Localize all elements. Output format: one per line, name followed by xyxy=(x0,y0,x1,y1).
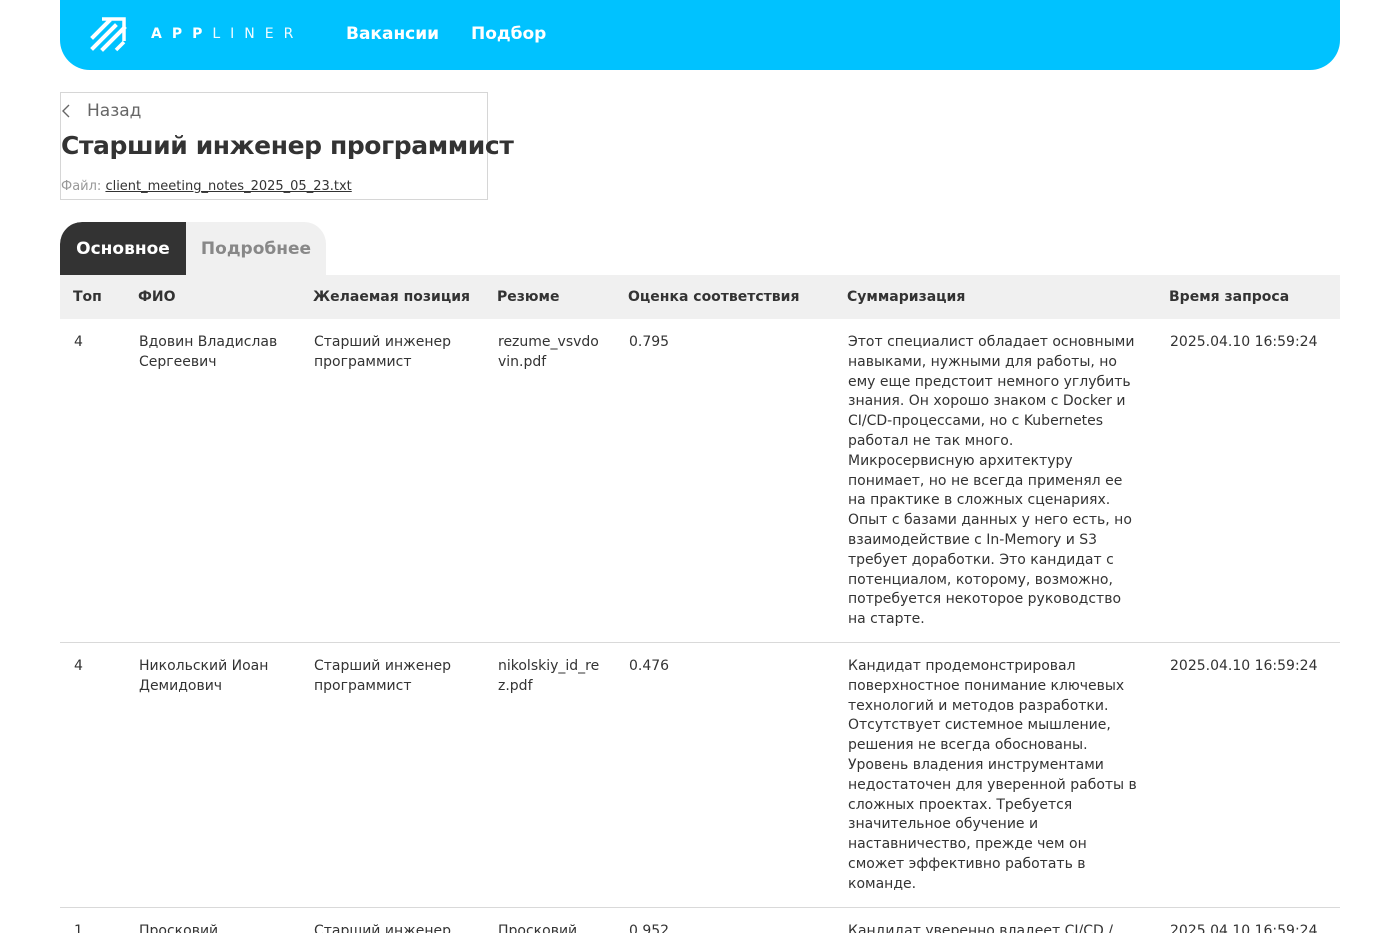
column-header-resume[interactable]: Резюме xyxy=(484,275,615,319)
column-header-top[interactable]: Топ xyxy=(60,275,125,319)
cell-score: 0.476 xyxy=(615,642,834,908)
column-header-score[interactable]: Оценка соответствия xyxy=(615,275,834,319)
nav-selection[interactable]: Подбор xyxy=(471,24,546,44)
page: APPLINER Вакансии Подбор Назад Старший и… xyxy=(0,0,1400,933)
cell-resume[interactable]: nikolskiy_id_rez.pdf xyxy=(484,642,615,908)
tab-main[interactable]: Основное xyxy=(60,222,186,275)
cell-score: 0.795 xyxy=(615,319,834,643)
cell-top: 4 xyxy=(60,642,125,908)
brand-name-light: LINER xyxy=(212,26,304,42)
cell-position: Старший инженер программист xyxy=(300,642,484,908)
back-label: Назад xyxy=(87,101,142,121)
cell-name: Вдовин Владислав Сергеевич xyxy=(125,319,300,643)
vacancy-header: Назад Старший инженер программист Файл: … xyxy=(60,92,514,200)
cell-time: 2025.04.10 16:59:24 xyxy=(1156,907,1340,933)
cell-resume[interactable]: Просковий xyxy=(484,907,615,933)
cell-name: Просковий xyxy=(125,907,300,933)
table-header-row: Топ ФИО Желаемая позиция Резюме Оценка с… xyxy=(60,275,1340,319)
file-row: Файл: client_meeting_notes_2025_05_23.tx… xyxy=(61,179,352,194)
cell-time: 2025.04.10 16:59:24 xyxy=(1156,642,1340,908)
tab-details[interactable]: Подробнее xyxy=(186,222,326,275)
table-row[interactable]: 4 Никольский Иоан Демидович Старший инже… xyxy=(60,642,1340,908)
nav-vacancies[interactable]: Вакансии xyxy=(346,24,439,44)
back-button[interactable]: Назад xyxy=(61,101,141,121)
column-header-summary[interactable]: Суммаризация xyxy=(834,275,1156,319)
top-navbar: APPLINER Вакансии Подбор xyxy=(60,0,1340,70)
column-header-time[interactable]: Время запроса xyxy=(1156,275,1340,319)
appliner-logo-icon[interactable] xyxy=(90,16,128,54)
chevron-left-icon xyxy=(62,104,70,118)
cell-position: Старший инженер программист xyxy=(300,319,484,643)
page-title: Старший инженер программист xyxy=(61,131,514,160)
brand-name: APPLINER xyxy=(151,26,303,42)
column-header-name[interactable]: ФИО xyxy=(125,275,300,319)
candidates-table: Топ ФИО Желаемая позиция Резюме Оценка с… xyxy=(60,275,1340,933)
cell-top: 1 xyxy=(60,907,125,933)
cell-time: 2025.04.10 16:59:24 xyxy=(1156,319,1340,643)
cell-summary: Этот специалист обладает основными навык… xyxy=(834,319,1156,643)
column-header-position[interactable]: Желаемая позиция xyxy=(300,275,484,319)
cell-top: 4 xyxy=(60,319,125,643)
file-link[interactable]: client_meeting_notes_2025_05_23.txt xyxy=(105,179,351,194)
cell-summary: Кандидат уверенно владеет CI/CD / xyxy=(834,907,1156,933)
brand-name-bold: APP xyxy=(151,26,213,42)
cell-score: 0.952 xyxy=(615,907,834,933)
cell-position: Старший инженер xyxy=(300,907,484,933)
table-row[interactable]: 1 Просковий Старший инженер Просковий 0.… xyxy=(60,907,1340,933)
cell-name: Никольский Иоан Демидович xyxy=(125,642,300,908)
file-label: Файл: xyxy=(61,179,102,194)
cell-resume[interactable]: rezume_vsvdovin.pdf xyxy=(484,319,615,643)
table-row[interactable]: 4 Вдовин Владислав Сергеевич Старший инж… xyxy=(60,319,1340,643)
cell-summary: Кандидат продемонстрировал поверхностное… xyxy=(834,642,1156,908)
tabs: Основное Подробнее xyxy=(60,222,326,275)
